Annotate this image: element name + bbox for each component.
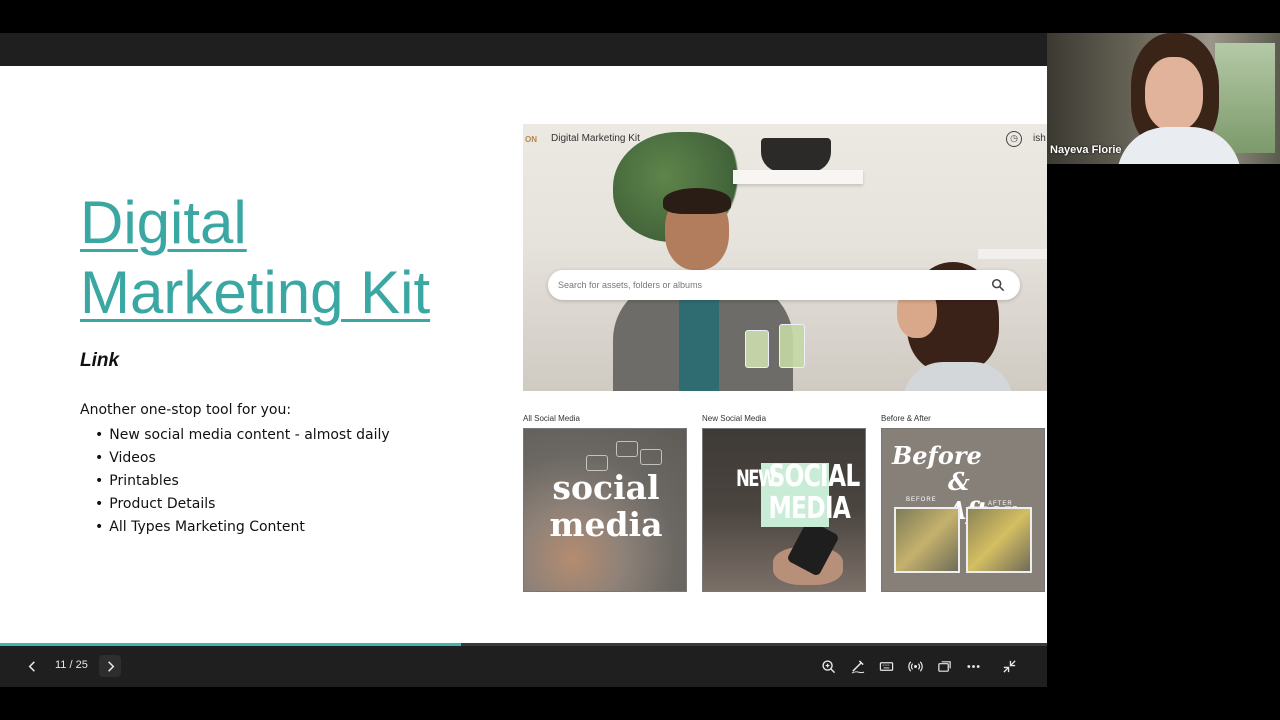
search-icon[interactable] (991, 278, 1005, 292)
user-icon (616, 441, 638, 457)
pen-icon (851, 659, 864, 673)
window-shape (1215, 43, 1275, 153)
card-new-social-media[interactable]: New Social Media NEW SOCIAL MEDIA (702, 414, 866, 592)
brand-circle-icon: ◷ (1006, 131, 1022, 147)
slide-title-link[interactable]: Digital Marketing Kit (80, 188, 480, 328)
card-before-after[interactable]: Before & After Before & After BEFORE AFT… (881, 414, 1045, 592)
keyboard-button[interactable] (875, 655, 897, 677)
more-options-button[interactable] (962, 655, 984, 677)
thumb-line: MEDIA (768, 491, 851, 526)
embedded-screenshot: ON Digital Marketing Kit ◷ ish All Socia… (523, 124, 1047, 604)
keyboard-icon (879, 661, 893, 671)
intro-text: Another one-stop tool for you: (80, 402, 292, 418)
before-photo (894, 507, 960, 573)
prev-slide-button[interactable] (21, 655, 43, 677)
card-caption: New Social Media (702, 414, 767, 423)
presenter-video[interactable]: Nayeva Florie (1047, 33, 1280, 164)
slide: Digital Marketing Kit Link Another one-s… (0, 66, 1047, 646)
card-thumbnail[interactable]: social media (523, 428, 687, 592)
card-caption: Before & After (881, 414, 931, 423)
glass-shape (745, 330, 769, 368)
logo-fragment: ON (525, 135, 537, 144)
heart-icon (640, 449, 662, 465)
exit-fullscreen-icon (1002, 659, 1016, 673)
presentation-toolbar: 11 / 25 (0, 646, 1047, 687)
list-item: New social media content - almost daily (95, 424, 389, 447)
list-item: Product Details (95, 493, 390, 516)
shelf-shape (978, 249, 1047, 259)
prev-icon (28, 660, 35, 672)
search-input[interactable] (558, 276, 978, 294)
nav-title: Digital Marketing Kit (551, 133, 640, 144)
exit-fullscreen-button[interactable] (998, 655, 1020, 677)
bullet-list: New social media content - almost daily … (95, 424, 390, 539)
slide-counter: 11 / 25 (55, 659, 88, 671)
window-icon (937, 660, 951, 672)
card-caption: All Social Media (523, 414, 580, 423)
thumbnail-text: social media (524, 468, 686, 544)
broadcast-icon (907, 660, 923, 672)
thumb-line: social (552, 468, 660, 507)
zoom-icon (821, 659, 835, 673)
search-bar (548, 270, 1020, 300)
presenter-name: Nayeva Florie (1050, 144, 1122, 156)
shelf-shape (733, 170, 863, 184)
list-item: Videos (95, 447, 390, 470)
card-thumbnail[interactable]: NEW SOCIAL MEDIA (702, 428, 866, 592)
man-hair (663, 188, 731, 214)
before-label: BEFORE (906, 497, 937, 503)
next-slide-button[interactable] (99, 655, 121, 677)
embedded-nav: ON Digital Marketing Kit ◷ ish (523, 130, 1047, 150)
list-item: All Types Marketing Content (95, 516, 390, 539)
woman-top (903, 362, 1013, 391)
hero-image: ON Digital Marketing Kit ◷ ish (523, 124, 1047, 391)
pen-button[interactable] (846, 655, 868, 677)
top-bar (0, 33, 1047, 66)
after-photo (966, 507, 1032, 573)
more-icon (966, 664, 980, 668)
link-label[interactable]: Link (80, 350, 119, 372)
card-thumbnail[interactable]: Before & After BEFORE AFTER (881, 428, 1045, 592)
card-all-social-media[interactable]: All Social Media social media (523, 414, 687, 592)
man-shirt (679, 290, 719, 391)
zoom-button[interactable] (817, 655, 839, 677)
next-icon (107, 660, 114, 672)
nav-fragment: ish (1033, 133, 1046, 144)
presentation-stage: Digital Marketing Kit Link Another one-s… (0, 0, 1280, 720)
thumb-line: SOCIAL (768, 459, 860, 494)
list-item: Printables (95, 470, 390, 493)
thumbnail-text: SOCIAL MEDIA (768, 459, 860, 526)
thumb-line: Before (892, 441, 982, 470)
broadcast-button[interactable] (904, 655, 926, 677)
glass-shape (779, 324, 805, 368)
window-button[interactable] (933, 655, 955, 677)
thumb-line: media (549, 505, 663, 544)
presenter-face (1145, 57, 1203, 131)
